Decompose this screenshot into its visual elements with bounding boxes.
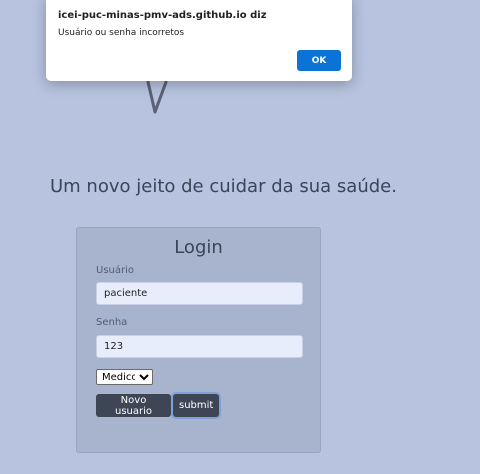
alert-ok-button[interactable]: OK — [297, 50, 341, 71]
login-title: Login — [174, 237, 223, 258]
username-input[interactable] — [96, 282, 303, 305]
alert-dialog: icei-puc-minas-pmv-ads.github.io diz Usu… — [46, 0, 352, 81]
alert-message: Usuário ou senha incorretos — [58, 28, 185, 38]
tagline: Um novo jeito de cuidar da sua saúde. — [50, 176, 397, 197]
username-label: Usuário — [96, 265, 135, 276]
new-user-button[interactable]: Novo usuario — [96, 394, 171, 417]
submit-button[interactable]: submit — [173, 394, 219, 417]
password-input[interactable] — [96, 335, 303, 358]
password-label: Senha — [96, 317, 128, 328]
alert-origin: icei-puc-minas-pmv-ads.github.io diz — [58, 10, 267, 21]
role-select[interactable]: Medico — [96, 369, 153, 385]
login-form: Login Usuário Senha Medico Novo usuario … — [76, 227, 321, 453]
